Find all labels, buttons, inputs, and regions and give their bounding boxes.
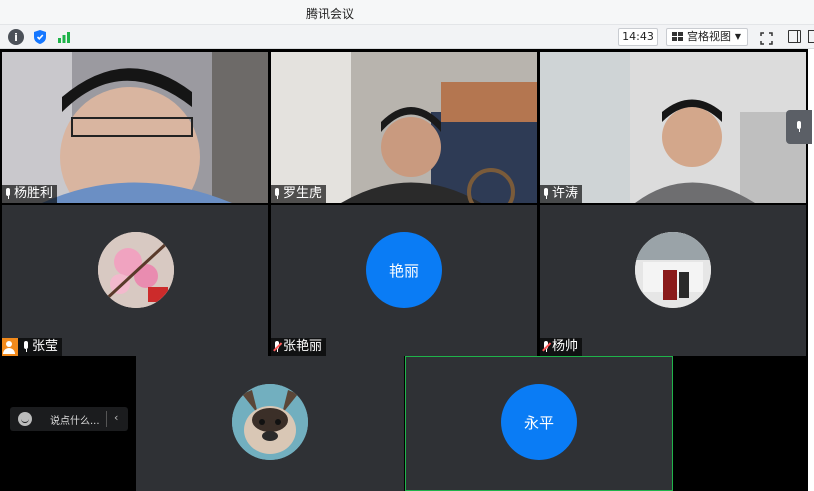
- avatar-initials: 艳丽: [388, 261, 419, 280]
- participant-tile-3[interactable]: 许涛: [540, 52, 806, 203]
- chevron-down-icon: ▼: [734, 32, 741, 41]
- participant-tile-2[interactable]: 罗生虎: [271, 52, 537, 203]
- dog-photo-image: [232, 384, 308, 460]
- divider: [106, 411, 107, 427]
- participant-avatar: 永平: [501, 384, 577, 460]
- participant-avatar: [232, 384, 308, 460]
- participant-name: 杨胜利: [14, 186, 54, 201]
- participant-avatar: 艳丽: [366, 232, 442, 308]
- mic-on-icon: [273, 188, 281, 200]
- chat-input[interactable]: 说点什么... ‹: [10, 407, 128, 431]
- participant-name: 张莹: [32, 339, 59, 354]
- participant-tile-7[interactable]: [136, 356, 404, 491]
- participant-video-feed: [540, 52, 806, 203]
- participant-tile-1[interactable]: 杨胜利: [2, 52, 268, 203]
- participant-avatar: [98, 232, 174, 308]
- mic-on-icon: [22, 341, 30, 353]
- floating-mic-button[interactable]: [786, 110, 812, 144]
- meeting-toolbar: i 14:43 宫格视图 ▼: [0, 25, 814, 49]
- participant-name-tag: 杨胜利: [2, 185, 58, 203]
- view-mode-dropdown[interactable]: 宫格视图 ▼: [666, 28, 748, 46]
- participant-video-feed: [2, 52, 268, 203]
- mic-icon: [795, 121, 803, 133]
- video-grid: 杨胜利 罗生虎 许涛 张莹 艳丽 张艳丽 杨帅 永平 说点什么... ‹: [0, 49, 808, 491]
- mic-on-icon: [4, 188, 12, 200]
- participant-name: 张艳丽: [283, 339, 323, 354]
- participant-name-tag: 张艳丽: [271, 338, 327, 356]
- window-title: 腾讯会议: [306, 7, 355, 21]
- emoji-icon[interactable]: [18, 412, 32, 426]
- chat-placeholder: 说点什么...: [50, 416, 100, 427]
- participant-name-tag: 罗生虎: [271, 185, 327, 203]
- participant-name-tag: 张莹: [2, 338, 63, 356]
- shield-icon[interactable]: [32, 29, 48, 45]
- fullscreen-icon[interactable]: [760, 30, 773, 45]
- mic-muted-icon: [273, 341, 281, 353]
- participant-name-tag: 杨帅: [540, 338, 583, 356]
- window-titlebar: 腾讯会议: [0, 0, 814, 25]
- mic-muted-icon: [542, 341, 550, 353]
- sidebar-toggle-icon[interactable]: [788, 30, 801, 43]
- room-photo-image: [635, 232, 711, 308]
- participant-video-feed: [271, 52, 537, 203]
- participant-name: 罗生虎: [283, 186, 323, 201]
- mic-on-icon: [542, 188, 550, 200]
- participant-tile-6[interactable]: 杨帅: [540, 205, 806, 356]
- participant-tile-4[interactable]: 张莹: [2, 205, 268, 356]
- participant-name: 杨帅: [552, 339, 579, 354]
- plum-blossom-image: [98, 232, 174, 308]
- participant-tile-5[interactable]: 艳丽 张艳丽: [271, 205, 537, 356]
- view-mode-label: 宫格视图: [687, 30, 731, 43]
- host-icon: [2, 338, 18, 356]
- chevron-left-icon[interactable]: ‹: [114, 411, 118, 424]
- participant-name: 许涛: [552, 186, 579, 201]
- info-icon[interactable]: i: [8, 29, 24, 45]
- grid-icon: [672, 32, 683, 42]
- panel-edge-icon[interactable]: [808, 30, 814, 43]
- signal-icon[interactable]: [56, 29, 72, 45]
- participant-name-tag: 许涛: [540, 185, 583, 203]
- participant-avatar: [635, 232, 711, 308]
- participant-tile-8[interactable]: 永平: [405, 356, 673, 491]
- avatar-initials: 永平: [523, 413, 554, 432]
- meeting-clock: 14:43: [618, 28, 658, 46]
